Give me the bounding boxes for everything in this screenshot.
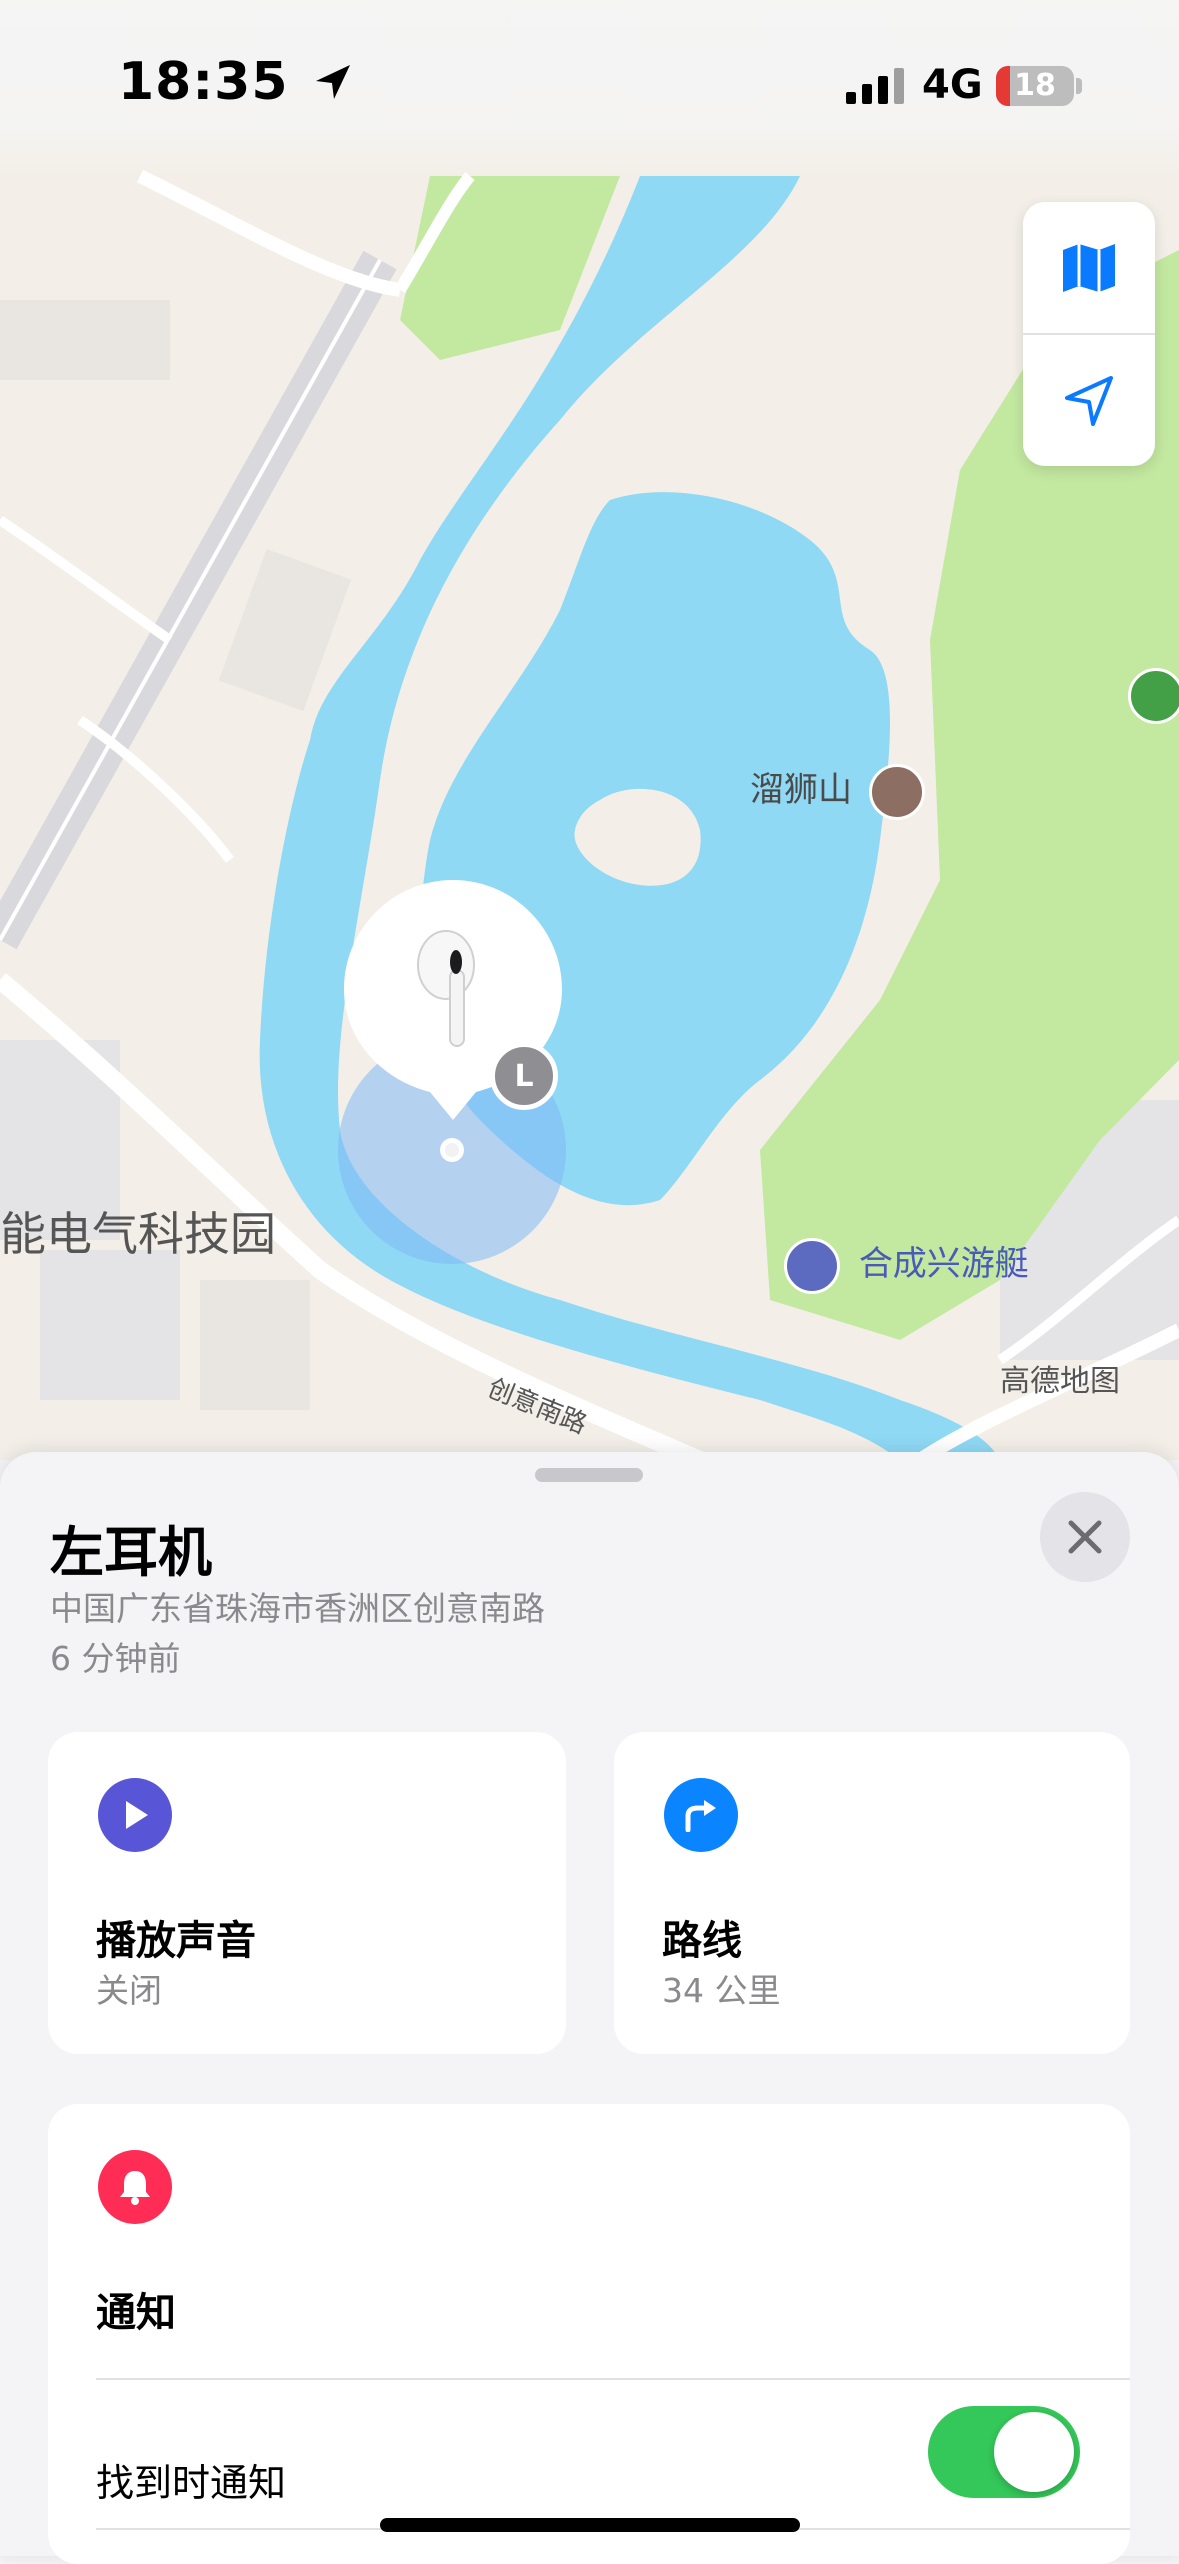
directions-distance: 34 公里 — [662, 1971, 781, 2010]
home-indicator[interactable] — [380, 2518, 800, 2532]
device-address: 中国广东省珠海市香洲区创意南路 — [50, 1589, 545, 1628]
notify-when-found-toggle[interactable] — [928, 2406, 1080, 2498]
poi-label[interactable]: 溜狮山 — [750, 762, 925, 820]
battery-level: 18 — [1014, 68, 1056, 103]
poi-label[interactable]: 合成兴游艇 — [784, 1236, 1029, 1294]
notify-when-found-label: 找到时通知 — [96, 2461, 287, 2505]
play-icon — [98, 1778, 172, 1852]
battery-cap — [1076, 78, 1082, 94]
mountain-icon — [868, 763, 925, 820]
status-bar: 18:35 4G 18 — [0, 0, 1179, 176]
map-icon — [1063, 244, 1115, 292]
clock-text: 18:35 — [118, 52, 289, 112]
location-arrow-icon — [1065, 376, 1113, 426]
play-sound-card[interactable]: 播放声音 关闭 — [48, 1732, 566, 2054]
close-button[interactable] — [1040, 1492, 1130, 1582]
map-controls — [1023, 202, 1155, 466]
area-label: 能电气科技园 — [0, 1207, 276, 1261]
network-type: 4G — [922, 62, 983, 108]
toggle-knob — [994, 2412, 1074, 2492]
play-sound-status: 关闭 — [96, 1971, 162, 2010]
park-tree-icon[interactable] — [1128, 668, 1179, 724]
directions-title: 路线 — [662, 1918, 742, 1964]
poi-name: 溜狮山 — [750, 770, 852, 810]
bell-icon — [98, 2150, 172, 2224]
turn-right-arrow-icon — [664, 1778, 738, 1852]
landmark-icon — [784, 1237, 840, 1294]
device-name: 左耳机 — [50, 1521, 212, 1584]
battery-icon: 18 — [996, 66, 1074, 106]
locate-me-button[interactable] — [1023, 334, 1155, 466]
poi-name: 合成兴游艇 — [858, 1244, 1029, 1284]
airpod-pin[interactable]: L — [344, 880, 562, 1130]
status-time: 18:35 — [118, 52, 354, 112]
directions-card[interactable]: 路线 34 公里 — [614, 1732, 1130, 2054]
map-attribution: 高德地图 — [1000, 1364, 1120, 1399]
row-divider — [96, 2378, 1130, 2380]
map-mode-button[interactable] — [1023, 202, 1155, 334]
device-detail-sheet: 左耳机 中国广东省珠海市香洲区创意南路 6 分钟前 播放声音 关闭 路线 34 … — [0, 1452, 1179, 2564]
location-services-icon — [315, 65, 350, 99]
sheet-grabber[interactable] — [535, 1468, 643, 1482]
signal-icon — [846, 68, 904, 104]
last-seen-time: 6 分钟前 — [50, 1639, 181, 1678]
play-sound-title: 播放声音 — [96, 1918, 256, 1964]
map-view[interactable]: L 溜狮山 合成兴游艇 能电气科技园 创意南路 高德地图 18:35 4G 18 — [0, 0, 1179, 1460]
left-ear-badge: L — [490, 1042, 558, 1110]
notifications-title: 通知 — [96, 2290, 176, 2336]
close-icon — [1068, 1520, 1102, 1554]
